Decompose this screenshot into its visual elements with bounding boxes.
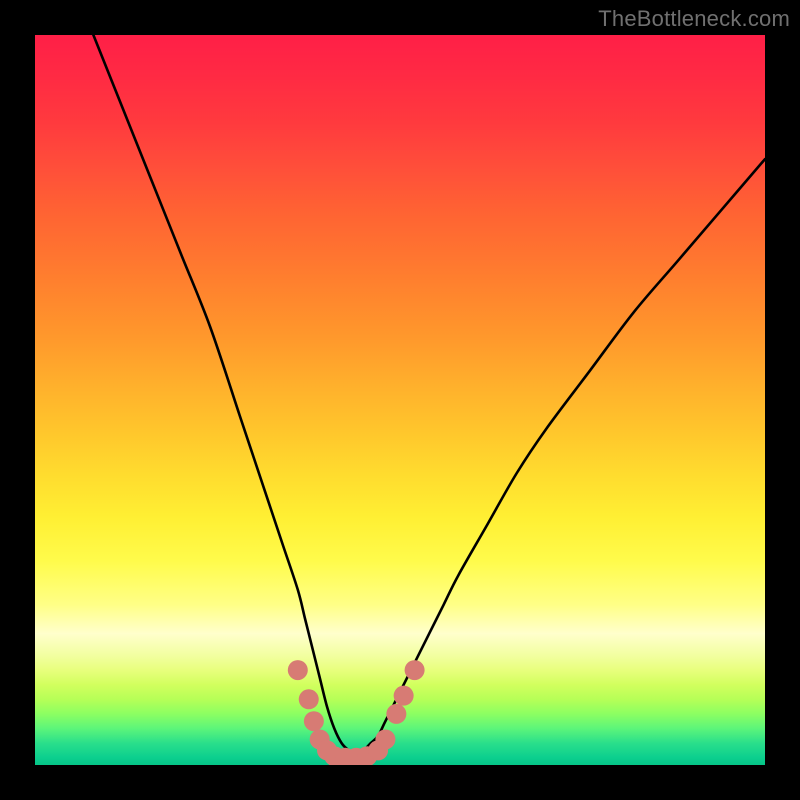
curve-layer: [35, 35, 765, 765]
curve-marker: [288, 660, 308, 680]
curve-markers: [288, 660, 425, 765]
bottleneck-curve: [93, 35, 765, 754]
curve-marker: [375, 729, 395, 749]
curve-marker: [386, 704, 406, 724]
curve-marker: [394, 686, 414, 706]
curve-marker: [304, 711, 324, 731]
chart-frame: TheBottleneck.com: [0, 0, 800, 800]
watermark-text: TheBottleneck.com: [598, 6, 790, 32]
curve-marker: [299, 689, 319, 709]
plot-area: [35, 35, 765, 765]
curve-marker: [405, 660, 425, 680]
